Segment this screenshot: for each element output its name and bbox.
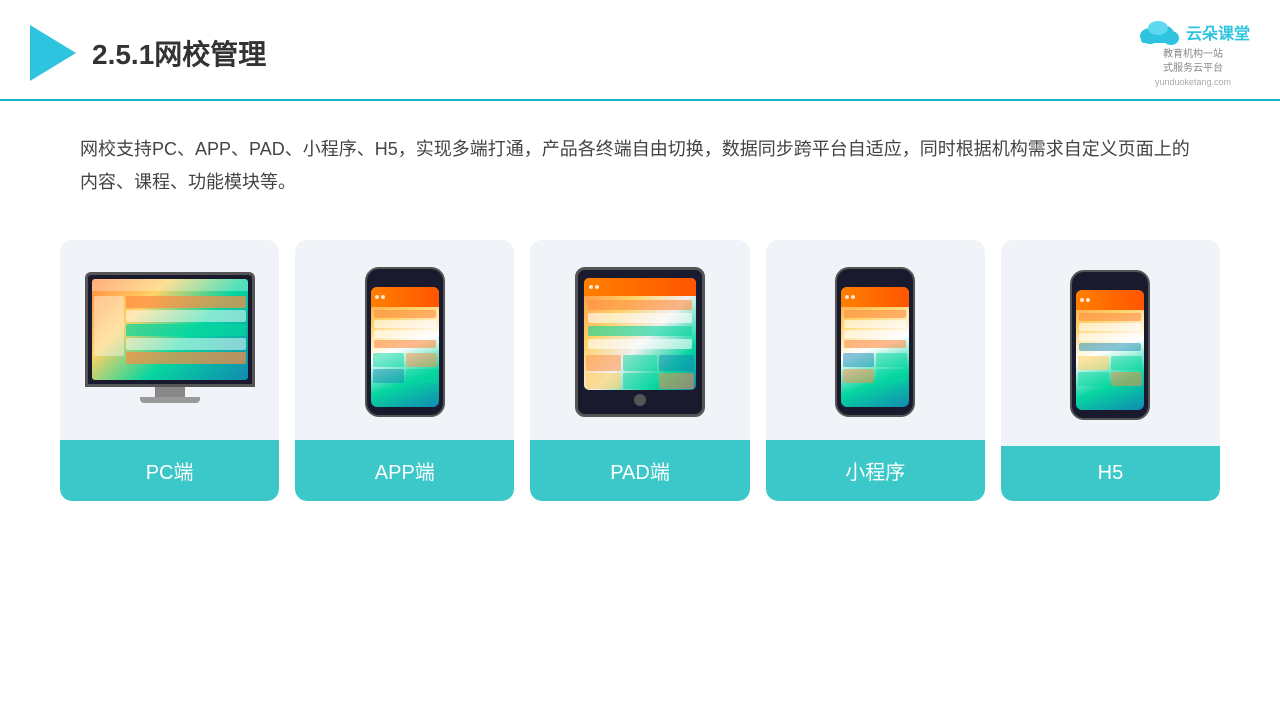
mini-card-image (766, 240, 985, 440)
pc-label: PC端 (60, 440, 279, 501)
brand-url: yunduoketang.com (1155, 77, 1231, 87)
header-left: 2.5.1网校管理 (30, 25, 266, 81)
pad-card-image (530, 240, 749, 440)
pc-card-image (60, 240, 279, 440)
pad-label: PAD端 (530, 440, 749, 501)
app-label: APP端 (295, 440, 514, 501)
page-header: 2.5.1网校管理 云朵课堂 教育机构一站 式服务云平台 yunduoketan… (0, 0, 1280, 101)
pc-mockup (85, 272, 255, 412)
h5-phone-mockup (1070, 270, 1150, 420)
mini-card: 小程序 (766, 240, 985, 501)
brand-subtitle: 教育机构一站 式服务云平台 (1163, 48, 1223, 76)
page-title: 2.5.1网校管理 (92, 33, 266, 73)
h5-card: H5 (1001, 240, 1220, 501)
logo-triangle-icon (30, 25, 76, 81)
brand-name: 云朵课堂 (1186, 20, 1250, 44)
app-card-image (295, 240, 514, 440)
description-paragraph: 网校支持PC、APP、PAD、小程序、H5，实现多端打通，产品各终端自由切换，数… (80, 133, 1200, 200)
header-right: 云朵课堂 教育机构一站 式服务云平台 yunduoketang.com (1136, 18, 1250, 87)
mini-label: 小程序 (766, 440, 985, 501)
pc-card: PC端 (60, 240, 279, 501)
h5-card-image (1001, 240, 1220, 446)
brand-logo: 云朵课堂 (1136, 18, 1250, 46)
pad-tablet-mockup (575, 267, 705, 417)
description-text: 网校支持PC、APP、PAD、小程序、H5，实现多端打通，产品各终端自由切换，数… (0, 101, 1280, 220)
cloud-icon (1136, 18, 1180, 46)
mini-phone-mockup (835, 267, 915, 417)
platform-cards: PC端 (0, 220, 1280, 531)
pad-card: PAD端 (530, 240, 749, 501)
app-card: APP端 (295, 240, 514, 501)
app-phone-mockup (365, 267, 445, 417)
h5-label: H5 (1001, 446, 1220, 501)
